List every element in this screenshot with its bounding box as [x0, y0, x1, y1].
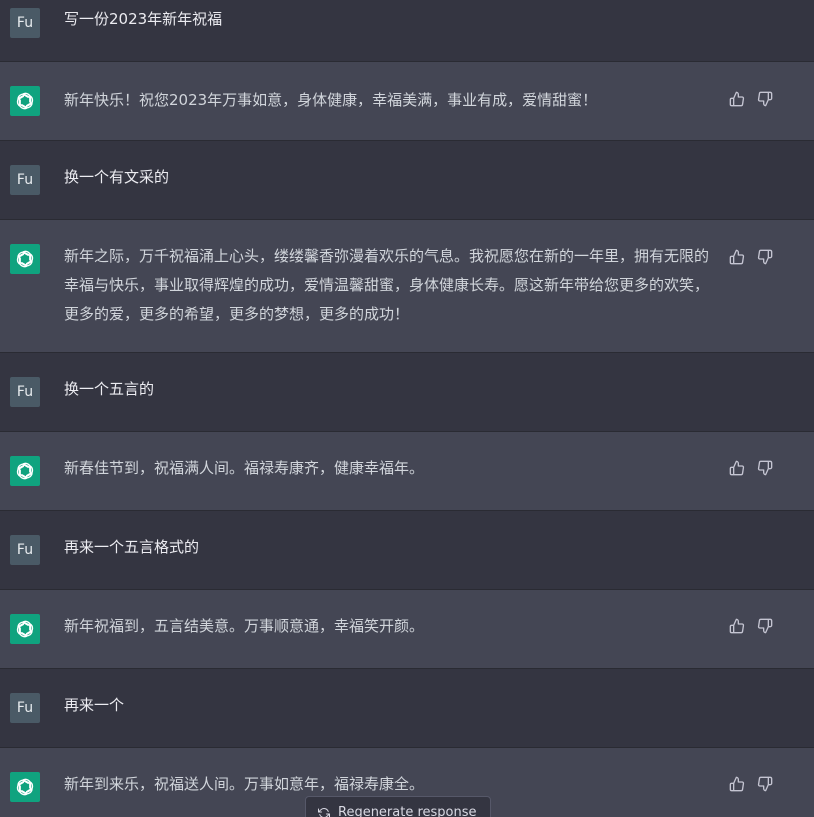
- user-message: Fu 换一个五言的: [0, 353, 814, 432]
- user-message: Fu 再来一个: [0, 669, 814, 748]
- thumbs-up-icon[interactable]: [728, 90, 746, 108]
- thumbs-up-icon[interactable]: [728, 459, 746, 477]
- message-text: 再来一个五言格式的: [64, 538, 200, 556]
- thumbs-down-icon[interactable]: [756, 248, 774, 266]
- openai-logo-icon: [14, 618, 36, 640]
- user-avatar: Fu: [10, 8, 40, 38]
- chat-thread: Fu 写一份2023年新年祝福 新年快乐！祝您2023年万事如意，身体健康，幸福…: [0, 0, 814, 817]
- thumbs-down-icon[interactable]: [756, 459, 774, 477]
- assistant-avatar: [10, 86, 40, 116]
- assistant-message: 新年快乐！祝您2023年万事如意，身体健康，幸福美满，事业有成，爱情甜蜜！: [0, 62, 814, 141]
- feedback-buttons: [728, 775, 774, 793]
- message-text: 新年到来乐，祝福送人间。万事如意年，福禄寿康全。: [64, 775, 425, 793]
- assistant-avatar: [10, 244, 40, 274]
- message-text: 换一个五言的: [64, 380, 155, 398]
- assistant-avatar: [10, 614, 40, 644]
- openai-logo-icon: [14, 460, 36, 482]
- assistant-avatar: [10, 456, 40, 486]
- regenerate-label: Regenerate response: [338, 805, 477, 817]
- thumbs-up-icon[interactable]: [728, 617, 746, 635]
- user-message: Fu 再来一个五言格式的: [0, 511, 814, 590]
- message-text: 换一个有文采的: [64, 168, 170, 186]
- thumbs-up-icon[interactable]: [728, 248, 746, 266]
- user-avatar: Fu: [10, 693, 40, 723]
- user-message: Fu 写一份2023年新年祝福: [0, 0, 814, 62]
- feedback-buttons: [728, 90, 774, 108]
- user-avatar: Fu: [10, 377, 40, 407]
- feedback-buttons: [728, 459, 774, 477]
- user-message: Fu 换一个有文采的: [0, 141, 814, 220]
- feedback-buttons: [728, 617, 774, 635]
- openai-logo-icon: [14, 776, 36, 798]
- assistant-message: 新春佳节到，祝福满人间。福禄寿康齐，健康幸福年。: [0, 432, 814, 511]
- message-text: 写一份2023年新年祝福: [64, 10, 223, 28]
- message-text: 新年快乐！祝您2023年万事如意，身体健康，幸福美满，事业有成，爱情甜蜜！: [64, 91, 598, 109]
- message-text: 新年之际，万千祝福涌上心头，缕缕馨香弥漫着欢乐的气息。我祝愿您在新的一年里，拥有…: [64, 247, 710, 323]
- user-avatar: Fu: [10, 535, 40, 565]
- assistant-message: 新年之际，万千祝福涌上心头，缕缕馨香弥漫着欢乐的气息。我祝愿您在新的一年里，拥有…: [0, 220, 814, 353]
- refresh-icon: [318, 805, 330, 817]
- regenerate-response-button[interactable]: Regenerate response: [305, 796, 491, 817]
- assistant-avatar: [10, 772, 40, 802]
- thumbs-down-icon[interactable]: [756, 775, 774, 793]
- assistant-message: 新年祝福到，五言结美意。万事顺意通，幸福笑开颜。: [0, 590, 814, 669]
- message-text: 新春佳节到，祝福满人间。福禄寿康齐，健康幸福年。: [64, 459, 425, 477]
- user-avatar: Fu: [10, 165, 40, 195]
- feedback-buttons: [728, 248, 774, 266]
- thumbs-down-icon[interactable]: [756, 617, 774, 635]
- thumbs-up-icon[interactable]: [728, 775, 746, 793]
- openai-logo-icon: [14, 90, 36, 112]
- thumbs-down-icon[interactable]: [756, 90, 774, 108]
- openai-logo-icon: [14, 248, 36, 270]
- message-text: 再来一个: [64, 696, 125, 714]
- message-text: 新年祝福到，五言结美意。万事顺意通，幸福笑开颜。: [64, 617, 425, 635]
